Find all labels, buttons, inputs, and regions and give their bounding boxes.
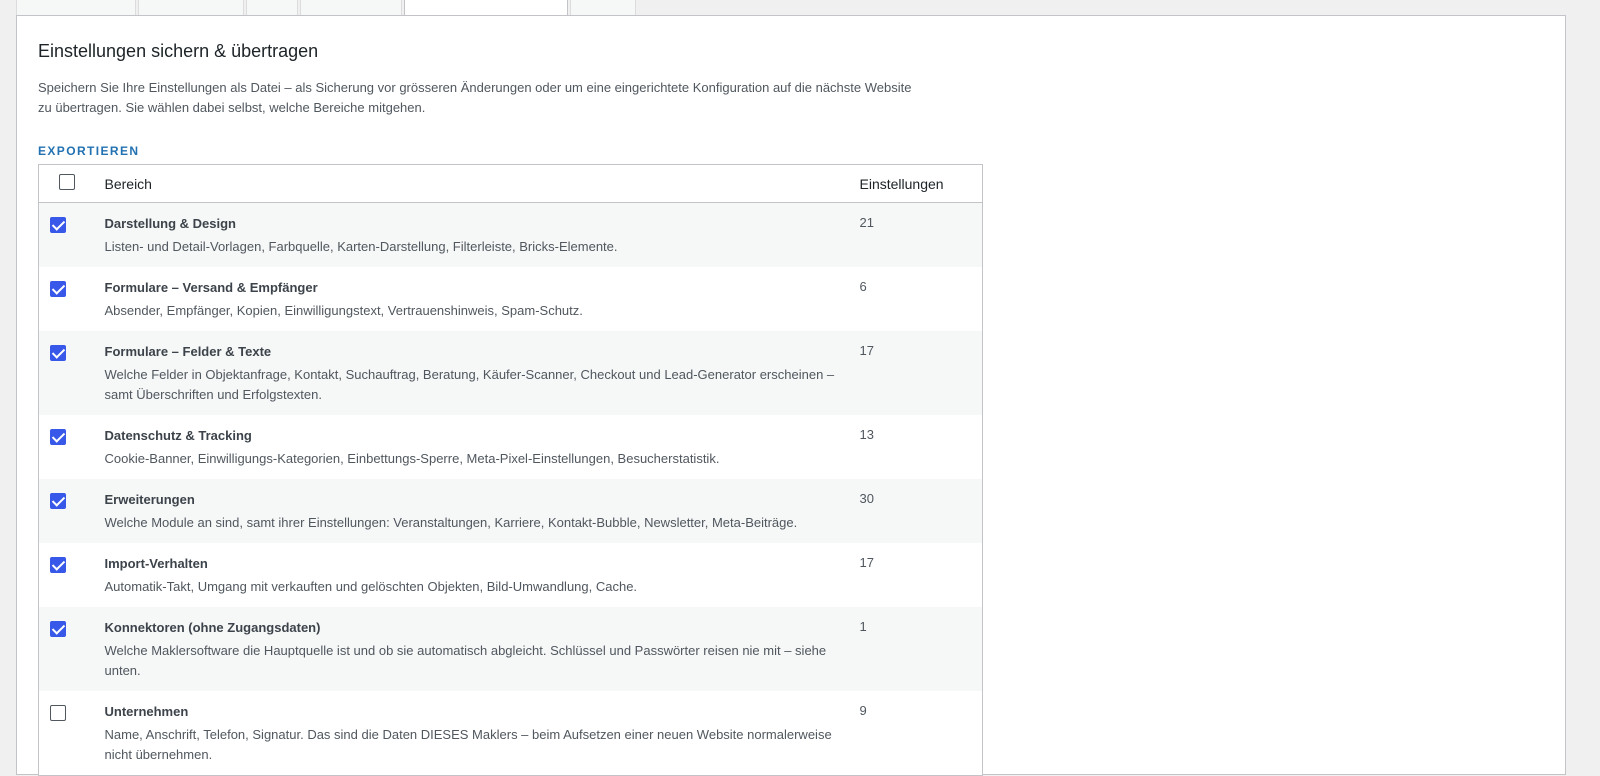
row-title: Darstellung & Design: [104, 216, 236, 231]
row-title: Formulare – Versand & Empfänger: [104, 280, 318, 295]
row-checkbox-erweiterungen[interactable]: [50, 493, 66, 509]
table-row: Datenschutz & Tracking Cookie-Banner, Ei…: [38, 415, 983, 479]
row-title: Datenschutz & Tracking: [104, 428, 252, 443]
select-all-checkbox[interactable]: [59, 174, 75, 190]
row-title: Konnektoren (ohne Zugangsdaten): [104, 620, 321, 635]
row-count: 21: [859, 215, 874, 230]
table-row: Formulare – Felder & Texte Welche Felder…: [38, 331, 983, 415]
table-row: Import-Verhalten Automatik-Takt, Umgang …: [38, 543, 983, 607]
row-title: Unternehmen: [104, 704, 189, 719]
row-count: 9: [859, 703, 867, 718]
row-description: Automatik-Takt, Umgang mit verkauften un…: [104, 579, 638, 594]
row-count: 17: [859, 343, 874, 358]
row-description: Cookie-Banner, Einwilligungs-Kategorien,…: [104, 451, 720, 466]
row-count: 1: [859, 619, 867, 634]
row-checkbox-formulare-versand[interactable]: [50, 281, 66, 297]
table-row: Erweiterungen Welche Module an sind, sam…: [38, 479, 983, 543]
export-heading: EXPORTIEREN: [38, 144, 140, 158]
row-description: Name, Anschrift, Telefon, Signatur. Das …: [104, 727, 832, 762]
table-row: Darstellung & Design Listen- und Detail-…: [38, 202, 983, 267]
column-header-count: Einstellungen: [859, 164, 983, 203]
table-row: Unternehmen Name, Anschrift, Telefon, Si…: [38, 691, 983, 776]
row-checkbox-darstellung[interactable]: [50, 217, 66, 233]
row-title: Import-Verhalten: [104, 556, 208, 571]
row-description: Listen- und Detail-Vorlagen, Farbquelle,…: [104, 239, 618, 254]
row-description: Absender, Empfänger, Kopien, Einwilligun…: [104, 303, 583, 318]
select-all-cell: [38, 164, 105, 203]
row-checkbox-datenschutz[interactable]: [50, 429, 66, 445]
table-row: Formulare – Versand & Empfänger Absender…: [38, 267, 983, 331]
table-row: Konnektoren (ohne Zugangsdaten) Welche M…: [38, 607, 983, 691]
row-checkbox-import[interactable]: [50, 557, 66, 573]
page-title: Einstellungen sichern & übertragen: [38, 41, 319, 61]
row-count: 30: [859, 491, 874, 506]
row-title: Formulare – Felder & Texte: [104, 344, 272, 359]
row-count: 6: [859, 279, 867, 294]
row-count: 17: [859, 555, 874, 570]
row-description: Welche Maklersoftware die Hauptquelle is…: [104, 643, 827, 678]
column-header-area: Bereich: [104, 164, 860, 203]
tab-4[interactable]: [300, 0, 402, 15]
panel-description: Speichern Sie Ihre Einstellungen als Dat…: [38, 80, 912, 115]
settings-tabs: [16, 0, 1566, 16]
row-checkbox-formulare-felder[interactable]: [50, 345, 66, 361]
row-checkbox-unternehmen[interactable]: [50, 705, 66, 721]
tab-1[interactable]: [16, 0, 136, 15]
row-title: Erweiterungen: [104, 492, 195, 507]
tab-3[interactable]: [246, 0, 298, 15]
row-description: Welche Felder in Objektanfrage, Kontakt,…: [104, 367, 835, 402]
row-count: 13: [859, 427, 874, 442]
tab-2[interactable]: [138, 0, 244, 15]
tab-6[interactable]: [570, 0, 636, 15]
table-header-row: Bereich Einstellungen: [38, 164, 983, 203]
row-description: Welche Module an sind, samt ihrer Einste…: [104, 515, 798, 530]
settings-panel: Einstellungen sichern & übertragen Speic…: [16, 15, 1566, 776]
export-table: Bereich Einstellungen Darstellung & Desi…: [38, 164, 983, 776]
tab-active[interactable]: [404, 0, 568, 15]
row-checkbox-konnektoren[interactable]: [50, 621, 66, 637]
export-table-body: Darstellung & Design Listen- und Detail-…: [38, 202, 983, 776]
